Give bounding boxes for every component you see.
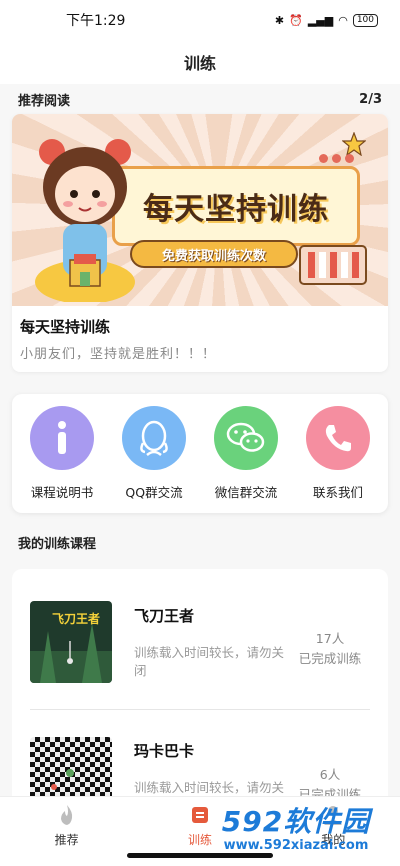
article-subtitle: 小朋友们，坚持就是胜利！！！	[20, 347, 217, 362]
battery-icon: 100	[352, 13, 378, 27]
info-icon	[30, 406, 94, 470]
app-header: 训练	[0, 40, 400, 84]
banner-pager: 2/3	[359, 91, 382, 107]
wechat-icon	[214, 406, 278, 470]
status-time: 下午1:29	[66, 13, 126, 29]
course-thumbnail: 飞刀王者	[30, 601, 112, 683]
course-count: 17人	[315, 631, 345, 646]
watermark-brand: 592软件园	[221, 805, 371, 838]
qq-penguin-icon	[122, 406, 186, 470]
tab-recommend[interactable]: 推荐	[17, 803, 117, 866]
shortcut-label: 课程说明书	[30, 485, 94, 500]
shortcut-label: 联系我们	[312, 485, 363, 500]
banner-image[interactable]: 每天坚持训练 免费获取训练次数	[12, 114, 388, 306]
flame-icon	[60, 805, 72, 825]
watermark-url: www.592xiazai.com	[223, 838, 369, 853]
course-name: 玛卡巴卡	[134, 742, 195, 760]
reading-section-header: 推荐阅读 2/3	[0, 84, 400, 114]
banner-headline: 每天坚持训练	[143, 192, 329, 227]
page-title: 训练	[183, 54, 216, 73]
home-indicator[interactable]	[127, 853, 273, 858]
banner-card[interactable]: 每天坚持训练 免费获取训练次数 每天坚持训练 小朋友们，坚持就是胜利！！！	[12, 114, 388, 372]
banner-frame: 每天坚持训练	[112, 166, 360, 246]
my-courses-title: 我的训练课程	[18, 536, 97, 552]
star-icon	[342, 132, 366, 156]
alarm-icon: ⏰	[289, 13, 303, 27]
course-name: 飞刀王者	[134, 606, 195, 625]
phone-icon	[306, 406, 370, 470]
course-status: 已完成训练	[298, 651, 362, 666]
status-icons: ✱ ⏰ ▂▄▆ ◠ 100	[274, 13, 378, 27]
shortcut-wechat-group[interactable]: 微信群交流	[201, 406, 291, 501]
signal-icon: ▂▄▆	[307, 13, 334, 27]
girl-illustration	[35, 139, 135, 302]
shortcut-contact-us[interactable]: 联系我们	[293, 406, 383, 501]
tab-label: 推荐	[54, 833, 79, 847]
xylophone-illustration	[299, 245, 367, 285]
reading-section-title: 推荐阅读	[18, 93, 71, 109]
bluetooth-icon: ✱	[274, 13, 285, 27]
shortcut-label: QQ群交流	[125, 485, 183, 500]
course-desc: 训练载入时间较长，请勿关闭	[134, 644, 285, 678]
thumbnail-title: 飞刀王者	[52, 611, 100, 626]
banner-dots	[319, 154, 354, 163]
banner-ribbon: 免费获取训练次数	[130, 240, 298, 268]
course-stats: 17人 已完成训练	[290, 615, 370, 669]
shortcut-label: 微信群交流	[214, 485, 278, 500]
article-title: 每天坚持训练	[20, 318, 111, 336]
course-count: 6人	[319, 766, 341, 782]
my-courses-header: 我的训练课程	[0, 527, 400, 557]
shortcut-course-guide[interactable]: 课程说明书	[17, 406, 107, 501]
course-info: 飞刀王者 训练载入时间较长，请勿关闭	[134, 605, 290, 680]
banner-info: 每天坚持训练 小朋友们，坚持就是胜利！！！	[12, 306, 388, 372]
status-bar: 下午1:29 ✱ ⏰ ▂▄▆ ◠ 100	[0, 0, 400, 40]
wifi-icon: ◠	[338, 13, 348, 27]
shortcut-qq-group[interactable]: QQ群交流	[109, 406, 199, 501]
course-item[interactable]: 飞刀王者 飞刀王者 训练载入时间较长，请勿关闭 17人 已完成训练	[30, 575, 370, 710]
shortcut-panel: 课程说明书 QQ群交流 微信群交流 联系我们	[12, 394, 388, 513]
